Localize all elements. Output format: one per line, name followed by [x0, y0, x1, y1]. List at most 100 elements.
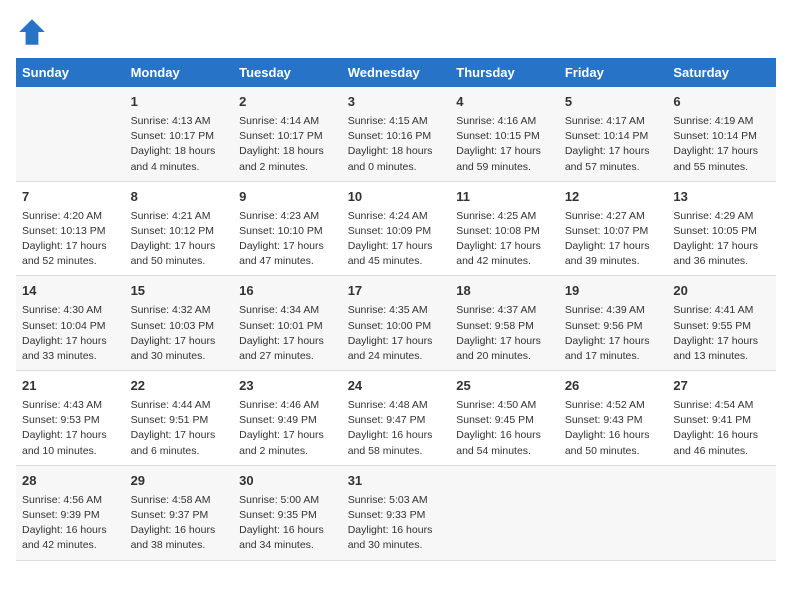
cell-5-2: 29 Sunrise: 4:58 AMSunset: 9:37 PMDayligh… [125, 465, 234, 560]
cell-5-3: 30 Sunrise: 5:00 AMSunset: 9:35 PMDayligh… [233, 465, 342, 560]
col-header-wednesday: Wednesday [342, 58, 451, 87]
day-number: 16 [239, 282, 336, 301]
day-number: 25 [456, 377, 553, 396]
day-info: Sunrise: 4:41 AMSunset: 9:55 PMDaylight:… [673, 303, 770, 364]
day-info: Sunrise: 5:00 AMSunset: 9:35 PMDaylight:… [239, 493, 336, 554]
cell-4-4: 24 Sunrise: 4:48 AMSunset: 9:47 PMDayligh… [342, 371, 451, 466]
day-info: Sunrise: 4:54 AMSunset: 9:41 PMDaylight:… [673, 398, 770, 459]
cell-3-1: 14 Sunrise: 4:30 AMSunset: 10:04 PMDaylig… [16, 276, 125, 371]
col-header-tuesday: Tuesday [233, 58, 342, 87]
col-header-sunday: Sunday [16, 58, 125, 87]
week-row-4: 21Sunrise: 4:43 AMSunset: 9:53 PMDayligh… [16, 371, 776, 466]
day-number: 28 [22, 472, 119, 491]
cell-5-5 [450, 465, 559, 560]
cell-2-2: 8 Sunrise: 4:21 AMSunset: 10:12 PMDayligh… [125, 181, 234, 276]
day-info: Sunrise: 4:50 AMSunset: 9:45 PMDaylight:… [456, 398, 553, 459]
header-row: SundayMondayTuesdayWednesdayThursdayFrid… [16, 58, 776, 87]
day-info: Sunrise: 4:34 AMSunset: 10:01 PMDaylight… [239, 303, 336, 364]
cell-5-4: 31 Sunrise: 5:03 AMSunset: 9:33 PMDayligh… [342, 465, 451, 560]
col-header-thursday: Thursday [450, 58, 559, 87]
day-info: Sunrise: 4:58 AMSunset: 9:37 PMDaylight:… [131, 493, 228, 554]
day-number: 6 [673, 93, 770, 112]
day-number: 31 [348, 472, 445, 491]
week-row-5: 28 Sunrise: 4:56 AMSunset: 9:39 PMDayligh… [16, 465, 776, 560]
day-info: Sunrise: 4:15 AMSunset: 10:16 PMDaylight… [348, 114, 445, 175]
col-header-saturday: Saturday [667, 58, 776, 87]
day-info: Sunrise: 4:35 AMSunset: 10:00 PMDaylight… [348, 303, 445, 364]
cell-3-5: 18 Sunrise: 4:37 AMSunset: 9:58 PMDayligh… [450, 276, 559, 371]
day-info: Sunrise: 4:30 AMSunset: 10:04 PMDaylight… [22, 303, 119, 364]
day-number: 1 [131, 93, 228, 112]
day-number: 27 [673, 377, 770, 396]
cell-1-3: 2Sunrise: 4:14 AMSunset: 10:17 PMDayligh… [233, 87, 342, 181]
cell-2-5: 11 Sunrise: 4:25 AMSunset: 10:08 PMDaylig… [450, 181, 559, 276]
week-row-1: 1 Sunrise: 4:13 AMSunset: 10:17 PMDayligh… [16, 87, 776, 181]
day-number: 29 [131, 472, 228, 491]
day-info: Sunrise: 4:32 AMSunset: 10:03 PMDaylight… [131, 303, 228, 364]
cell-3-6: 19 Sunrise: 4:39 AMSunset: 9:56 PMDayligh… [559, 276, 668, 371]
cell-4-3: 23 Sunrise: 4:46 AMSunset: 9:49 PMDayligh… [233, 371, 342, 466]
cell-4-7: 27 Sunrise: 4:54 AMSunset: 9:41 PMDayligh… [667, 371, 776, 466]
cell-5-6 [559, 465, 668, 560]
cell-1-7: 6 Sunrise: 4:19 AMSunset: 10:14 PMDayligh… [667, 87, 776, 181]
day-info: Sunrise: 4:46 AMSunset: 9:49 PMDaylight:… [239, 398, 336, 459]
cell-2-7: 13Sunrise: 4:29 AMSunset: 10:05 PMDaylig… [667, 181, 776, 276]
day-number: 3 [348, 93, 445, 112]
day-info: Sunrise: 4:25 AMSunset: 10:08 PMDaylight… [456, 209, 553, 270]
day-number: 19 [565, 282, 662, 301]
cell-3-2: 15 Sunrise: 4:32 AMSunset: 10:03 PMDaylig… [125, 276, 234, 371]
day-info: Sunrise: 4:44 AMSunset: 9:51 PMDaylight:… [131, 398, 228, 459]
logo [16, 16, 52, 48]
cell-5-7 [667, 465, 776, 560]
day-info: Sunrise: 4:39 AMSunset: 9:56 PMDaylight:… [565, 303, 662, 364]
day-number: 18 [456, 282, 553, 301]
day-number: 20 [673, 282, 770, 301]
day-info: Sunrise: 4:27 AMSunset: 10:07 PMDaylight… [565, 209, 662, 270]
day-info: Sunrise: 4:20 AMSunset: 10:13 PMDaylight… [22, 209, 119, 270]
cell-3-7: 20 Sunrise: 4:41 AMSunset: 9:55 PMDayligh… [667, 276, 776, 371]
day-number: 9 [239, 188, 336, 207]
day-number: 12 [565, 188, 662, 207]
cell-1-5: 4Sunrise: 4:16 AMSunset: 10:15 PMDayligh… [450, 87, 559, 181]
day-number: 7 [22, 188, 119, 207]
day-info: Sunrise: 4:13 AMSunset: 10:17 PMDaylight… [131, 114, 228, 175]
cell-1-2: 1 Sunrise: 4:13 AMSunset: 10:17 PMDayligh… [125, 87, 234, 181]
day-number: 15 [131, 282, 228, 301]
calendar-table: SundayMondayTuesdayWednesdayThursdayFrid… [16, 58, 776, 561]
cell-5-1: 28 Sunrise: 4:56 AMSunset: 9:39 PMDayligh… [16, 465, 125, 560]
day-info: Sunrise: 4:17 AMSunset: 10:14 PMDaylight… [565, 114, 662, 175]
logo-icon [16, 16, 48, 48]
day-info: Sunrise: 4:16 AMSunset: 10:15 PMDaylight… [456, 114, 553, 175]
day-info: Sunrise: 5:03 AMSunset: 9:33 PMDaylight:… [348, 493, 445, 554]
day-number: 14 [22, 282, 119, 301]
cell-2-4: 10 Sunrise: 4:24 AMSunset: 10:09 PMDaylig… [342, 181, 451, 276]
day-info: Sunrise: 4:23 AMSunset: 10:10 PMDaylight… [239, 209, 336, 270]
cell-4-6: 26Sunrise: 4:52 AMSunset: 9:43 PMDayligh… [559, 371, 668, 466]
cell-4-5: 25 Sunrise: 4:50 AMSunset: 9:45 PMDayligh… [450, 371, 559, 466]
day-info: Sunrise: 4:48 AMSunset: 9:47 PMDaylight:… [348, 398, 445, 459]
cell-2-1: 7 Sunrise: 4:20 AMSunset: 10:13 PMDayligh… [16, 181, 125, 276]
day-info: Sunrise: 4:19 AMSunset: 10:14 PMDaylight… [673, 114, 770, 175]
day-info: Sunrise: 4:56 AMSunset: 9:39 PMDaylight:… [22, 493, 119, 554]
day-info: Sunrise: 4:21 AMSunset: 10:12 PMDaylight… [131, 209, 228, 270]
day-info: Sunrise: 4:24 AMSunset: 10:09 PMDaylight… [348, 209, 445, 270]
day-number: 24 [348, 377, 445, 396]
cell-3-3: 16 Sunrise: 4:34 AMSunset: 10:01 PMDaylig… [233, 276, 342, 371]
day-number: 13 [673, 188, 770, 207]
cell-4-1: 21Sunrise: 4:43 AMSunset: 9:53 PMDayligh… [16, 371, 125, 466]
day-number: 30 [239, 472, 336, 491]
day-number: 11 [456, 188, 553, 207]
day-number: 10 [348, 188, 445, 207]
day-number: 23 [239, 377, 336, 396]
week-row-2: 7 Sunrise: 4:20 AMSunset: 10:13 PMDayligh… [16, 181, 776, 276]
cell-4-2: 22Sunrise: 4:44 AMSunset: 9:51 PMDayligh… [125, 371, 234, 466]
col-header-monday: Monday [125, 58, 234, 87]
day-number: 2 [239, 93, 336, 112]
day-number: 8 [131, 188, 228, 207]
cell-3-4: 17Sunrise: 4:35 AMSunset: 10:00 PMDaylig… [342, 276, 451, 371]
cell-2-6: 12 Sunrise: 4:27 AMSunset: 10:07 PMDaylig… [559, 181, 668, 276]
cell-2-3: 9 Sunrise: 4:23 AMSunset: 10:10 PMDayligh… [233, 181, 342, 276]
cell-1-4: 3 Sunrise: 4:15 AMSunset: 10:16 PMDayligh… [342, 87, 451, 181]
day-info: Sunrise: 4:37 AMSunset: 9:58 PMDaylight:… [456, 303, 553, 364]
col-header-friday: Friday [559, 58, 668, 87]
